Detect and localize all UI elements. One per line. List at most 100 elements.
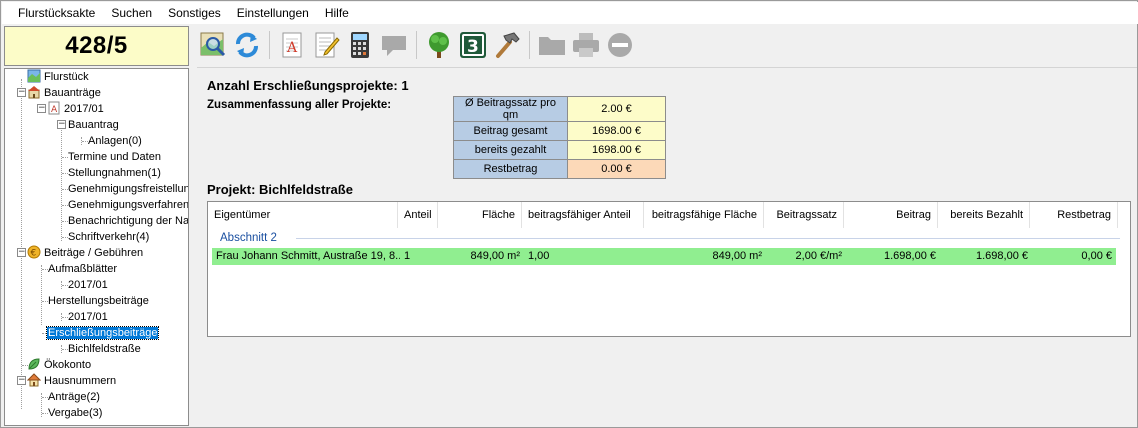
cell-eigentuemer: Frau Johann Schmitt, Austraße 19, 8... (216, 250, 400, 262)
column-header-beitragsfaehiger-anteil[interactable]: beitragsfähiger Anteil (522, 202, 644, 228)
summary-row: Restbetrag 0.00 € (453, 159, 666, 179)
column-header-eigentuemer[interactable]: Eigentümer (208, 202, 398, 228)
tree-item-herstellungsbeitraege[interactable]: Herstellungsbeiträge (47, 293, 150, 309)
tree-item-schriftverkehr[interactable]: Schriftverkehr(4) (67, 229, 150, 245)
tree-item-erschliessungsbeitraege[interactable]: Erschließungsbeiträge (45, 325, 160, 341)
calculator-button[interactable] (344, 29, 376, 61)
tree-icon (429, 32, 449, 58)
document-icon: A (48, 101, 60, 115)
tree-item-genehmigungsfreistellung[interactable]: Genehmigungsfreistellung (67, 181, 188, 197)
tree-connector (61, 121, 62, 241)
tree-item-herstellung-2017[interactable]: 2017/01 (67, 309, 109, 325)
document-pdf-icon: A (282, 32, 302, 58)
tree-item-anlagen[interactable]: Anlagen(0) (87, 133, 143, 149)
menu-einstellungen[interactable]: Einstellungen (229, 2, 317, 24)
remove-button[interactable] (604, 29, 636, 61)
summary-value: 1698.00 € (567, 121, 666, 141)
column-header-beitrag[interactable]: Beitrag (844, 202, 938, 228)
tree-item-benachrichtigung[interactable]: Benachrichtigung der Nac (67, 213, 188, 229)
folder-button[interactable] (536, 29, 568, 61)
summary-key: Ø Beitragssatz pro qm (453, 96, 568, 122)
group-header[interactable]: Abschnitt 2 (220, 228, 1120, 248)
column-header-flaeche[interactable]: Fläche (438, 202, 522, 228)
cell-beitragsfaehiger-anteil: 1,00 (528, 250, 550, 262)
search-map-icon (200, 32, 226, 57)
pdf-document-button[interactable]: A (276, 29, 308, 61)
svg-text:A: A (286, 40, 298, 56)
tree-item-aufmassblaetter[interactable]: Aufmaßblätter (47, 261, 118, 277)
menu-hilfe[interactable]: Hilfe (317, 2, 357, 24)
tree-item-stellungnahmen[interactable]: Stellungnahmen(1) (67, 165, 162, 181)
summary-value-rest: 0.00 € (567, 159, 666, 179)
menu-bar: Flurstücksakte Suchen Sonstiges Einstell… (2, 2, 1138, 24)
cell-beitrag: 1.698,00 € (884, 250, 936, 262)
summary-key: Restbetrag (453, 159, 568, 179)
tree-item-termine[interactable]: Termine und Daten (67, 149, 162, 165)
tree-item-bichlfeldstrasse[interactable]: Bichlfeldstraße (67, 341, 142, 357)
column-header-beitragsfaehige-flaeche[interactable]: beitragsfähige Fläche (644, 202, 764, 228)
remove-icon (608, 33, 632, 57)
building-icon (28, 86, 40, 99)
parcel-number: 428/5 (4, 26, 189, 66)
cell-beitragssatz: 2,00 €/m² (795, 250, 842, 262)
euro-icon: € (27, 245, 41, 259)
tree-connector (41, 265, 42, 325)
print-button[interactable] (570, 29, 602, 61)
toolbar-separator (269, 31, 270, 59)
svg-text:€: € (31, 249, 37, 259)
folder-icon (539, 37, 565, 55)
tree-expander[interactable]: − (57, 120, 66, 129)
tree-item-2017-bauantrag[interactable]: A 2017/01 (47, 101, 105, 117)
column-header-anteil[interactable]: Anteil (398, 202, 438, 228)
calculator-icon (351, 32, 369, 58)
main-content: Anzahl Erschließungsprojekte: 1 Zusammen… (197, 67, 1137, 427)
summary-value: 2.00 € (567, 96, 666, 122)
table-row[interactable]: Frau Johann Schmitt, Austraße 19, 8... 1… (212, 248, 1116, 265)
group-divider (296, 238, 1120, 239)
cell-bereits-bezahlt: 1.698,00 € (976, 250, 1028, 262)
tree-item-vergabe[interactable]: Vergabe(3) (47, 405, 103, 421)
tree-item-hausnummern[interactable]: Hausnummern (27, 373, 117, 389)
tree-item-aufmass-2017[interactable]: 2017/01 (67, 277, 109, 293)
tree-item-genehmigungsverfahren[interactable]: Genehmigungsverfahren(1 (67, 197, 188, 213)
cell-beitragsfaehige-flaeche: 849,00 m² (712, 250, 762, 262)
hammer-icon (496, 32, 520, 58)
tree-item-antraege[interactable]: Anträge(2) (47, 389, 101, 405)
owner-grid: Eigentümer Anteil Fläche beitragsfähiger… (207, 201, 1131, 337)
svg-text:A: A (51, 105, 58, 115)
tree-item-bauantraege[interactable]: Bauanträge (27, 85, 102, 101)
tree-expander[interactable]: − (37, 104, 46, 113)
hammer-button[interactable] (491, 29, 523, 61)
map-icon (27, 69, 41, 83)
tree-item-bauantrag[interactable]: Bauantrag (67, 117, 120, 133)
summary-label: Zusammenfassung aller Projekte: (207, 99, 392, 111)
tree-expander[interactable]: − (17, 376, 26, 385)
tree-expander[interactable]: − (17, 88, 26, 97)
column-header-bereits-bezahlt[interactable]: bereits Bezahlt (938, 202, 1030, 228)
toolbar-separator (529, 31, 530, 59)
tree-button[interactable] (423, 29, 455, 61)
search-map-button[interactable] (197, 29, 229, 61)
tree-expander[interactable]: − (17, 248, 26, 257)
tree-connector (21, 79, 22, 409)
toolbar-separator (416, 31, 417, 59)
leaf-icon (28, 358, 40, 370)
menu-flurstuecksakte[interactable]: Flurstücksakte (10, 2, 103, 24)
comment-button[interactable] (378, 29, 410, 61)
column-header-beitragssatz[interactable]: Beitragssatz (764, 202, 844, 228)
tree-item-flurstueck[interactable]: Flurstück (27, 69, 90, 85)
left-panel: 428/5 Flurstück − Bauanträge − A 2017/01… (4, 26, 189, 426)
edit-sheet-button[interactable] (310, 29, 342, 61)
cell-anteil: 1 (404, 250, 411, 262)
application-window: Flurstücksakte Suchen Sonstiges Einstell… (0, 0, 1138, 428)
tree-item-oekokonto[interactable]: Ökokonto (27, 357, 92, 373)
menu-sonstiges[interactable]: Sonstiges (160, 2, 229, 24)
toolbar: A 3 (197, 28, 636, 62)
number-three-button[interactable]: 3 (457, 29, 489, 61)
number-three-icon: 3 (460, 32, 486, 58)
menu-suchen[interactable]: Suchen (103, 2, 160, 24)
tree-item-beitraege[interactable]: € Beiträge / Gebühren (27, 245, 144, 261)
refresh-button[interactable] (231, 29, 263, 61)
edit-sheet-icon (315, 32, 340, 58)
column-header-restbetrag[interactable]: Restbetrag (1030, 202, 1118, 228)
